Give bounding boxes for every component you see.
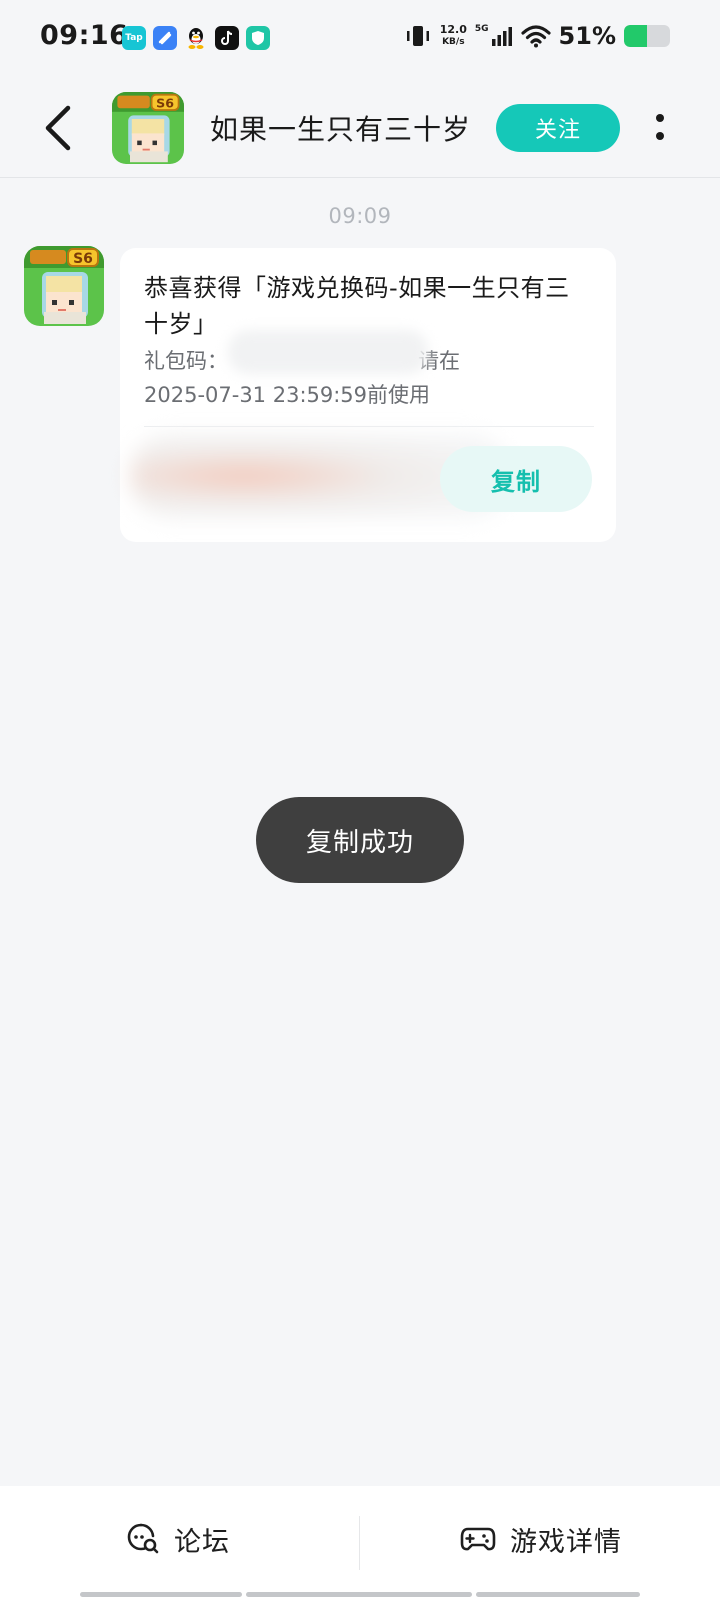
security-app-icon (246, 26, 270, 50)
message-timestamp: 09:09 (328, 204, 392, 228)
forum-label: 论坛 (174, 1526, 230, 1558)
status-notification-icons: Tap (122, 26, 270, 50)
wifi-icon (520, 25, 551, 48)
message-divider (144, 426, 594, 427)
battery-level (624, 25, 648, 47)
game-details-button[interactable]: 游戏详情 (460, 1514, 622, 1564)
copy-button[interactable]: 复制 (440, 446, 592, 512)
browser-app-icon (153, 26, 177, 50)
bottom-divider (359, 1516, 360, 1570)
game-icon: S6 (112, 92, 184, 164)
more-vertical-icon (656, 114, 664, 140)
tiktok-app-icon (215, 26, 239, 50)
svg-text:S6: S6 (73, 251, 93, 267)
sender-avatar[interactable]: S6 (24, 246, 104, 326)
svg-text:S6: S6 (156, 95, 174, 110)
gift-code-label: 礼包码： (144, 349, 228, 373)
cellular-signal-icon (491, 27, 512, 46)
home-indicator (80, 1592, 242, 1597)
follow-button[interactable]: 关注 (496, 104, 620, 152)
network-type: 5G (474, 24, 489, 34)
forum-button[interactable]: 论坛 (126, 1514, 230, 1564)
back-button[interactable] (36, 100, 86, 156)
gamepad-icon (460, 1527, 496, 1551)
home-indicator (246, 1592, 472, 1597)
game-title: 如果一生只有三十岁 (210, 113, 472, 146)
vibrate-icon (406, 26, 429, 46)
game-icon: S6 (24, 246, 104, 326)
more-options-button[interactable] (648, 108, 672, 148)
battery-icon (624, 25, 670, 47)
forum-chat-icon (127, 1523, 159, 1554)
network-speed: 12.0 KB/s (439, 23, 467, 48)
status-indicators: 12.0 KB/s 5G 51% (404, 22, 670, 50)
redacted-code (228, 330, 428, 374)
gift-code-expiry: 2025-07-31 23:59:59前使用 (144, 383, 431, 407)
toast-copy-success: 复制成功 (256, 797, 464, 883)
status-bar: 09:16 Tap 12.0 KB/s 5G 51% (0, 0, 720, 78)
home-indicator (476, 1592, 640, 1597)
gift-code-message: 恭喜获得「游戏兑换码-如果一生只有三十岁」 礼包码： 请在 2025-07-31 … (120, 248, 616, 542)
back-arrow-icon (45, 105, 71, 151)
game-details-label: 游戏详情 (510, 1526, 622, 1558)
qq-app-icon (184, 26, 208, 50)
chat-header: S6 如果一生只有三十岁 关注 (0, 78, 720, 178)
status-time: 09:16 (40, 20, 129, 51)
battery-percentage: 51% (558, 22, 616, 50)
taptap-app-icon: Tap (122, 26, 146, 50)
bottom-bar: 论坛 游戏详情 (0, 1486, 720, 1600)
game-avatar[interactable]: S6 (112, 92, 184, 164)
